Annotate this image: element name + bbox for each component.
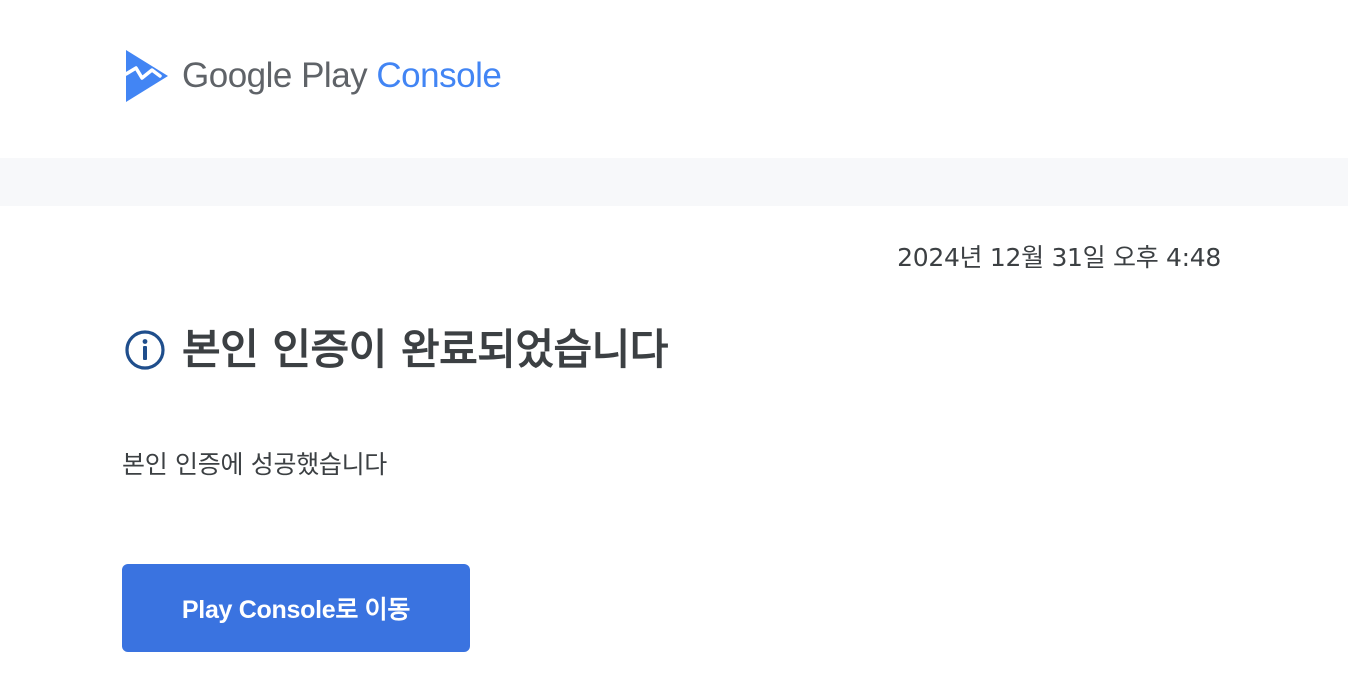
success-message: 본인 인증에 성공했습니다 [122, 450, 387, 479]
email-header: Google Play Console [0, 0, 1348, 158]
email-timestamp: 2024년 12월 31일 오후 4:48 [897, 243, 1221, 272]
title-row: 본인 인증이 완료되었습니다 [124, 322, 668, 378]
go-to-play-console-button[interactable]: Play Console로 이동 [122, 564, 470, 652]
play-console-icon [124, 50, 168, 102]
info-icon [125, 330, 165, 370]
play-console-logo: Google Play Console [122, 50, 502, 102]
logo-wordmark: Google Play Console [182, 50, 502, 102]
header-divider-band [0, 158, 1348, 206]
email-page: Google Play Console 2024년 12월 31일 오후 4:4… [0, 0, 1348, 680]
logo-google-play-text: Google Play [182, 56, 368, 95]
logo-console-text: Console [376, 56, 502, 95]
page-title: 본인 인증이 완료되었습니다 [182, 325, 668, 374]
